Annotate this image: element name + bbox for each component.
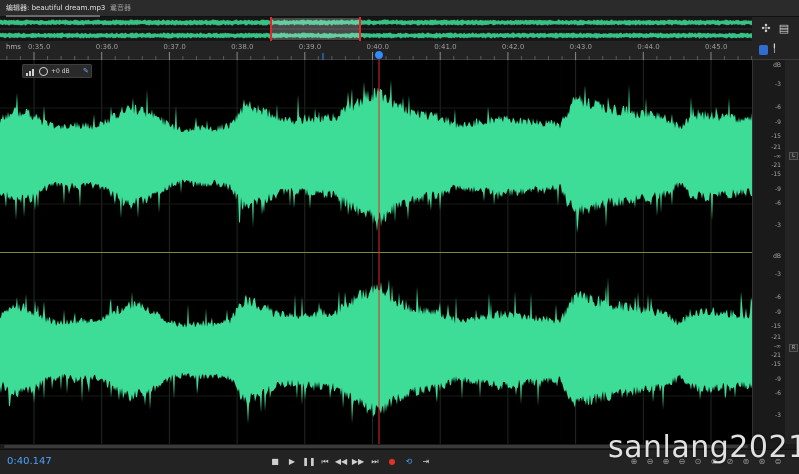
db-tick-label: -15 [771,171,781,178]
db-tick-label: -21 [771,352,781,359]
skip-icon[interactable]: ⇥ [419,455,433,469]
amplitude-scale: dB dB -3 -6 -9 -15 -21 -∞ -21 -15 -9 -6 -3 -3 -6 -9 -15 -… [752,60,785,444]
waveform-display[interactable] [0,60,752,444]
watermark-text: sanlang2021 [608,430,799,465]
db-tick-label: -21 [771,162,781,169]
time-ruler[interactable]: hms 0:35.0 0:36.0 0:37.0 0:38.0 0:39.0 0:40.0… [0,41,799,60]
amplitude-hud[interactable]: +0 dB ✎ [22,64,92,78]
tab-editor-label: 编辑器: beautiful dream.mp3 [6,4,106,12]
go-to-start-icon[interactable]: ⏮ [318,455,332,469]
rewind-icon[interactable]: ◀◀ [334,455,348,469]
waveform-overview[interactable] [0,17,752,41]
snap-icon[interactable] [759,45,768,55]
gain-value: +0 dB [51,68,70,75]
channel-right-badge[interactable]: R [789,344,798,352]
list-view-icon[interactable]: ▤ [778,23,790,35]
db-tick-label: -9 [775,309,781,316]
audio-editor-window: 编辑器: beautiful dream.mp3 ≡ 混音器 ✣ ▤ hms 0:… [0,0,799,474]
tab-editor[interactable]: 编辑器: beautiful dream.mp3 ≡ [6,2,116,15]
fast-forward-icon[interactable]: ▶▶ [351,455,365,469]
db-unit-label: dB [773,253,781,260]
db-tick-label: -21 [771,334,781,341]
db-tick-label: -3 [775,81,781,88]
record-icon[interactable]: ● [385,455,399,469]
db-tick-label: -3 [775,222,781,229]
playhead-handle[interactable] [375,51,383,59]
ruler-tick-label: 0:44.0 [637,43,660,51]
loop-icon[interactable]: ⟲ [402,455,416,469]
crosshair-icon[interactable]: ✣ [760,23,772,35]
overview-visible-range [271,18,360,40]
db-tick-label: -6 [775,104,781,111]
db-unit-label: dB [773,62,781,69]
pin-icon[interactable]: ✎ [83,67,89,76]
channel-left-badge[interactable]: L [789,152,798,160]
ruler-tick-label: 0:42.0 [501,43,525,51]
db-tick-label: -6 [775,200,781,207]
pause-icon[interactable]: ❚❚ [302,455,316,469]
current-time-display[interactable]: 0:40.147 [7,456,52,467]
db-tick-label: -9 [775,186,781,193]
db-tick-label: -∞ [773,343,781,350]
db-tick-label: -3 [775,271,781,278]
db-tick-label: -15 [771,323,781,330]
db-tick-label: -6 [775,294,781,301]
go-to-end-icon[interactable]: ⏭ [368,455,382,469]
db-tick-label: -∞ [773,153,781,160]
overview-tools: ✣ ▤ [752,17,799,41]
db-tick-label: -15 [771,361,781,368]
tab-mixer[interactable]: 混音器 [110,2,131,15]
ruler-tick-label: 0:45.0 [705,43,728,51]
waveform-canvas [0,60,752,444]
db-tick-label: -15 [771,133,781,140]
stop-icon[interactable]: ■ [268,455,282,469]
ruler-tick-label: 0:35.0 [28,43,51,51]
db-tick-label: -6 [775,390,781,397]
db-tick-label: -9 [775,376,781,383]
overview-waveform [0,17,752,41]
db-tick-label: -21 [771,144,781,151]
left-channel-waveform [0,79,752,233]
ruler-tick-label: 0:37.0 [163,43,186,51]
marker-pin-icon[interactable]: ╿ [772,44,777,53]
db-tick-label: -3 [775,412,781,419]
ruler-tick-label: 0:43.0 [569,43,592,51]
ruler-tick-label: 0:40.0 [366,43,389,51]
ruler-tick-label: 0:41.0 [434,43,457,51]
ruler-ticks [6,52,753,60]
ruler-tick-label: 0:36.0 [95,43,119,51]
ruler-tick-label: 0:38.0 [231,43,254,51]
level-bars-icon [26,69,34,76]
channel-strip: L R [785,60,799,444]
gain-knob[interactable] [39,67,48,76]
db-tick-label: -9 [775,119,781,126]
ruler-tick-label: 0:39.0 [298,43,322,51]
panel-tab-bar: 编辑器: beautiful dream.mp3 ≡ 混音器 [0,0,799,17]
play-icon[interactable]: ▶ [285,455,299,469]
right-channel-waveform [0,277,752,424]
